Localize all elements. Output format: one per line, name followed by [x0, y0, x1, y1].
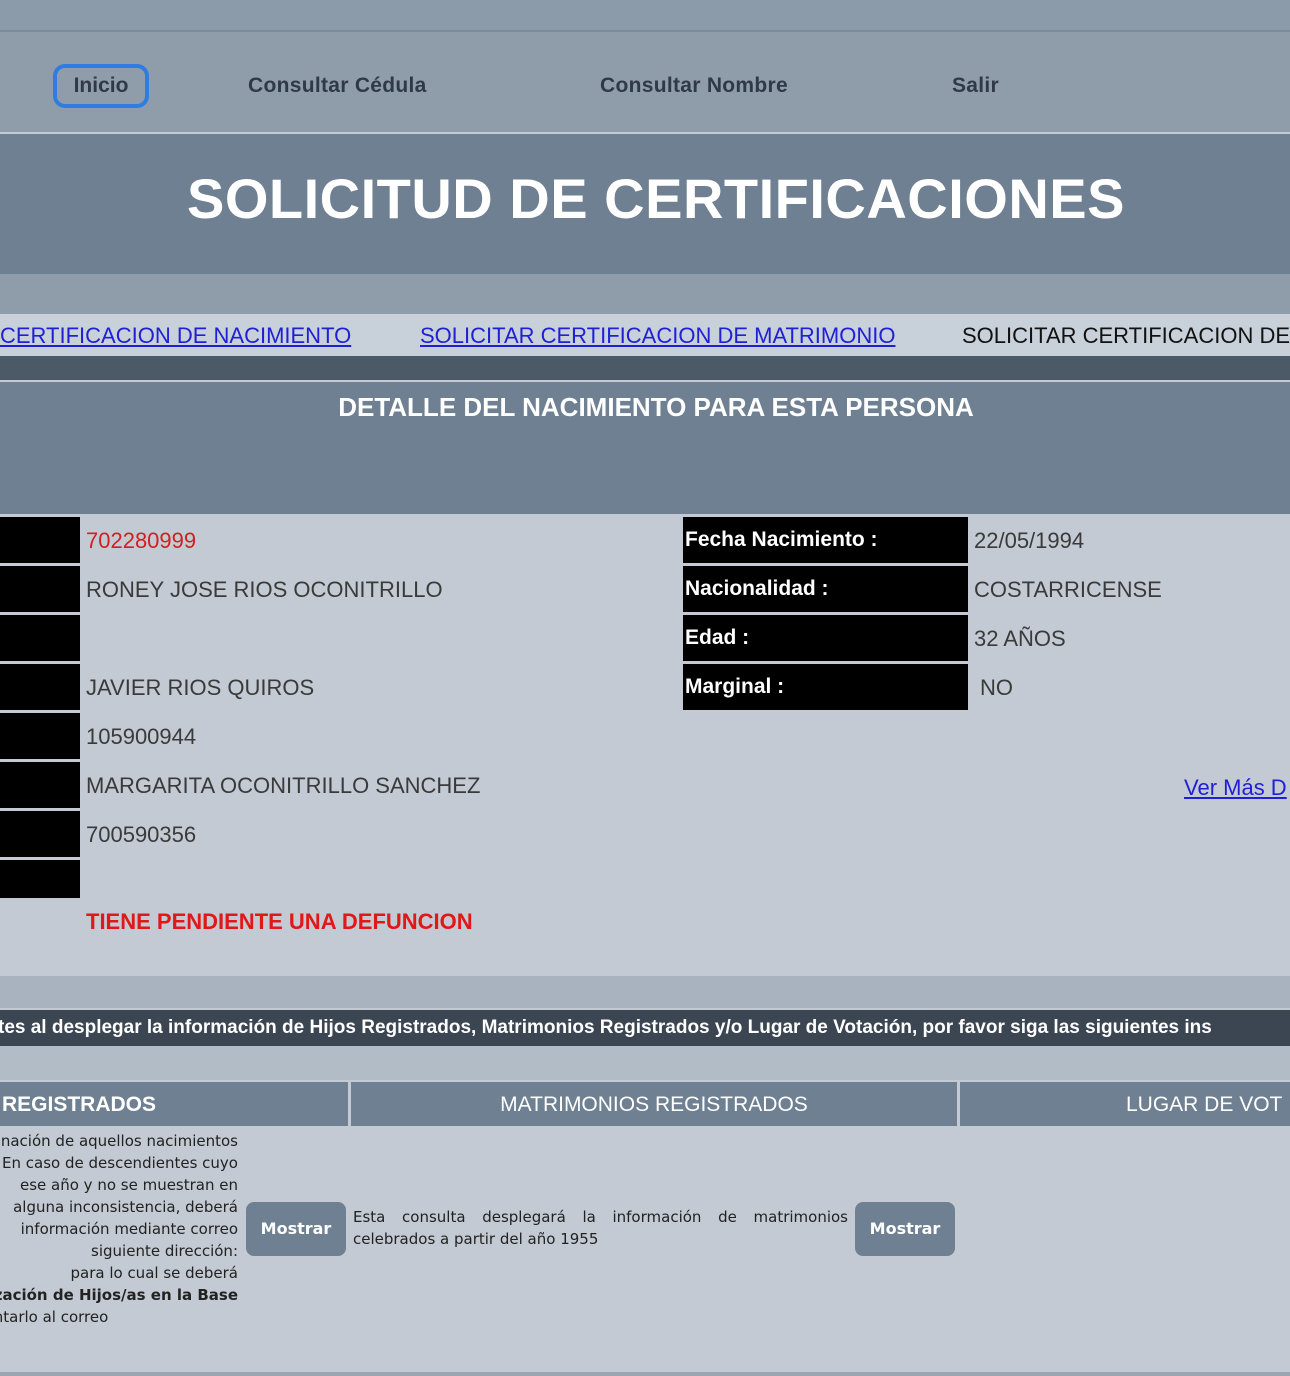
link-certificacion-nacimiento[interactable]: CERTIFICACION DE NACIMIENTO — [0, 323, 351, 349]
nav-consultar-nombre[interactable]: Consultar Nombre — [600, 74, 788, 98]
detail-title: DETALLE DEL NACIMIENTO PARA ESTA PERSONA — [338, 392, 974, 422]
redacted-label — [0, 566, 80, 612]
marginal-value: NO — [980, 675, 1013, 700]
mostrar-hijos-button[interactable]: Mostrar — [246, 1202, 346, 1256]
defuncion-alert: TIENE PENDIENTE UNA DEFUNCION — [86, 909, 473, 934]
nav-consultar-cedula[interactable]: Consultar Cédula — [248, 74, 427, 98]
redacted-label — [0, 713, 80, 759]
mostrar-matrimonios-button[interactable]: Mostrar — [855, 1202, 955, 1256]
nacionalidad-value: COSTARRICENSE — [974, 577, 1162, 602]
madre-cedula-value: 700590356 — [86, 822, 197, 847]
nombre-value: RONEY JOSE RIOS OCONITRILLO — [86, 577, 443, 602]
fecha-nacimiento-label: Fecha Nacimiento : — [683, 517, 968, 563]
matrimonios-panel: Esta consulta desplegará la información … — [351, 1126, 957, 1376]
redacted-label — [0, 762, 80, 808]
matrimonios-header-label: MATRIMONIOS REGISTRADOS — [500, 1093, 808, 1116]
instructions-bar: tes al desplegar la información de Hijos… — [0, 1010, 1290, 1046]
lugar-votacion-panel — [960, 1126, 1290, 1376]
divider-bar — [0, 356, 1290, 380]
nacionalidad-label: Nacionalidad : — [683, 566, 968, 612]
link-certificacion-otra[interactable]: SOLICITAR CERTIFICACION DE — [962, 323, 1290, 349]
hijos-header-label: REGISTRADOS — [2, 1093, 157, 1116]
padre-cedula-value: 105900944 — [86, 724, 197, 749]
marginal-label: Marginal : — [683, 664, 968, 710]
spacer-band — [0, 976, 1290, 1008]
hijos-registrados-header: REGISTRADOS — [0, 1082, 348, 1126]
nav-salir[interactable]: Salir — [952, 74, 999, 98]
matrimonios-description: Esta consulta desplegará la información … — [353, 1208, 848, 1248]
madre-nombre-value: MARGARITA OCONITRILLO SANCHEZ — [86, 773, 481, 798]
cedula-value: 702280999 — [86, 528, 197, 553]
votacion-header-label: LUGAR DE VOT — [1126, 1093, 1283, 1116]
redacted-label — [0, 517, 80, 563]
link-certificacion-matrimonio[interactable]: SOLICITAR CERTIFICACION DE MATRIMONIO — [420, 323, 895, 349]
hijos-description: nación de aquellos nacimientos En caso d… — [0, 1132, 238, 1326]
certification-links-bar: CERTIFICACION DE NACIMIENTO SOLICITAR CE… — [0, 314, 1290, 356]
redacted-label — [0, 615, 80, 661]
edad-value: 32 AÑOS — [974, 626, 1066, 651]
spacer-band — [0, 1046, 1290, 1080]
fecha-nacimiento-value: 22/05/1994 — [974, 528, 1085, 553]
redacted-label — [0, 664, 80, 710]
nav-inicio-button[interactable]: Inicio — [53, 64, 149, 108]
ver-mas-link[interactable]: Ver Más D — [1184, 775, 1287, 801]
redacted-label — [0, 811, 80, 857]
bottom-border — [0, 1372, 1290, 1376]
redacted-label — [0, 860, 80, 898]
page-title: SOLICITUD DE CERTIFICACIONES — [186, 167, 1126, 230]
edad-label: Edad : — [683, 615, 968, 661]
hijos-panel: nación de aquellos nacimientos En caso d… — [0, 1126, 348, 1376]
spacer-band — [0, 274, 1290, 314]
top-strip — [0, 0, 1290, 32]
padre-nombre-value: JAVIER RIOS QUIROS — [86, 675, 315, 700]
instructions-text: tes al desplegar la información de Hijos… — [0, 1017, 1212, 1038]
lugar-votacion-header: LUGAR DE VOT — [960, 1082, 1290, 1126]
matrimonios-registrados-header: MATRIMONIOS REGISTRADOS — [351, 1082, 957, 1126]
